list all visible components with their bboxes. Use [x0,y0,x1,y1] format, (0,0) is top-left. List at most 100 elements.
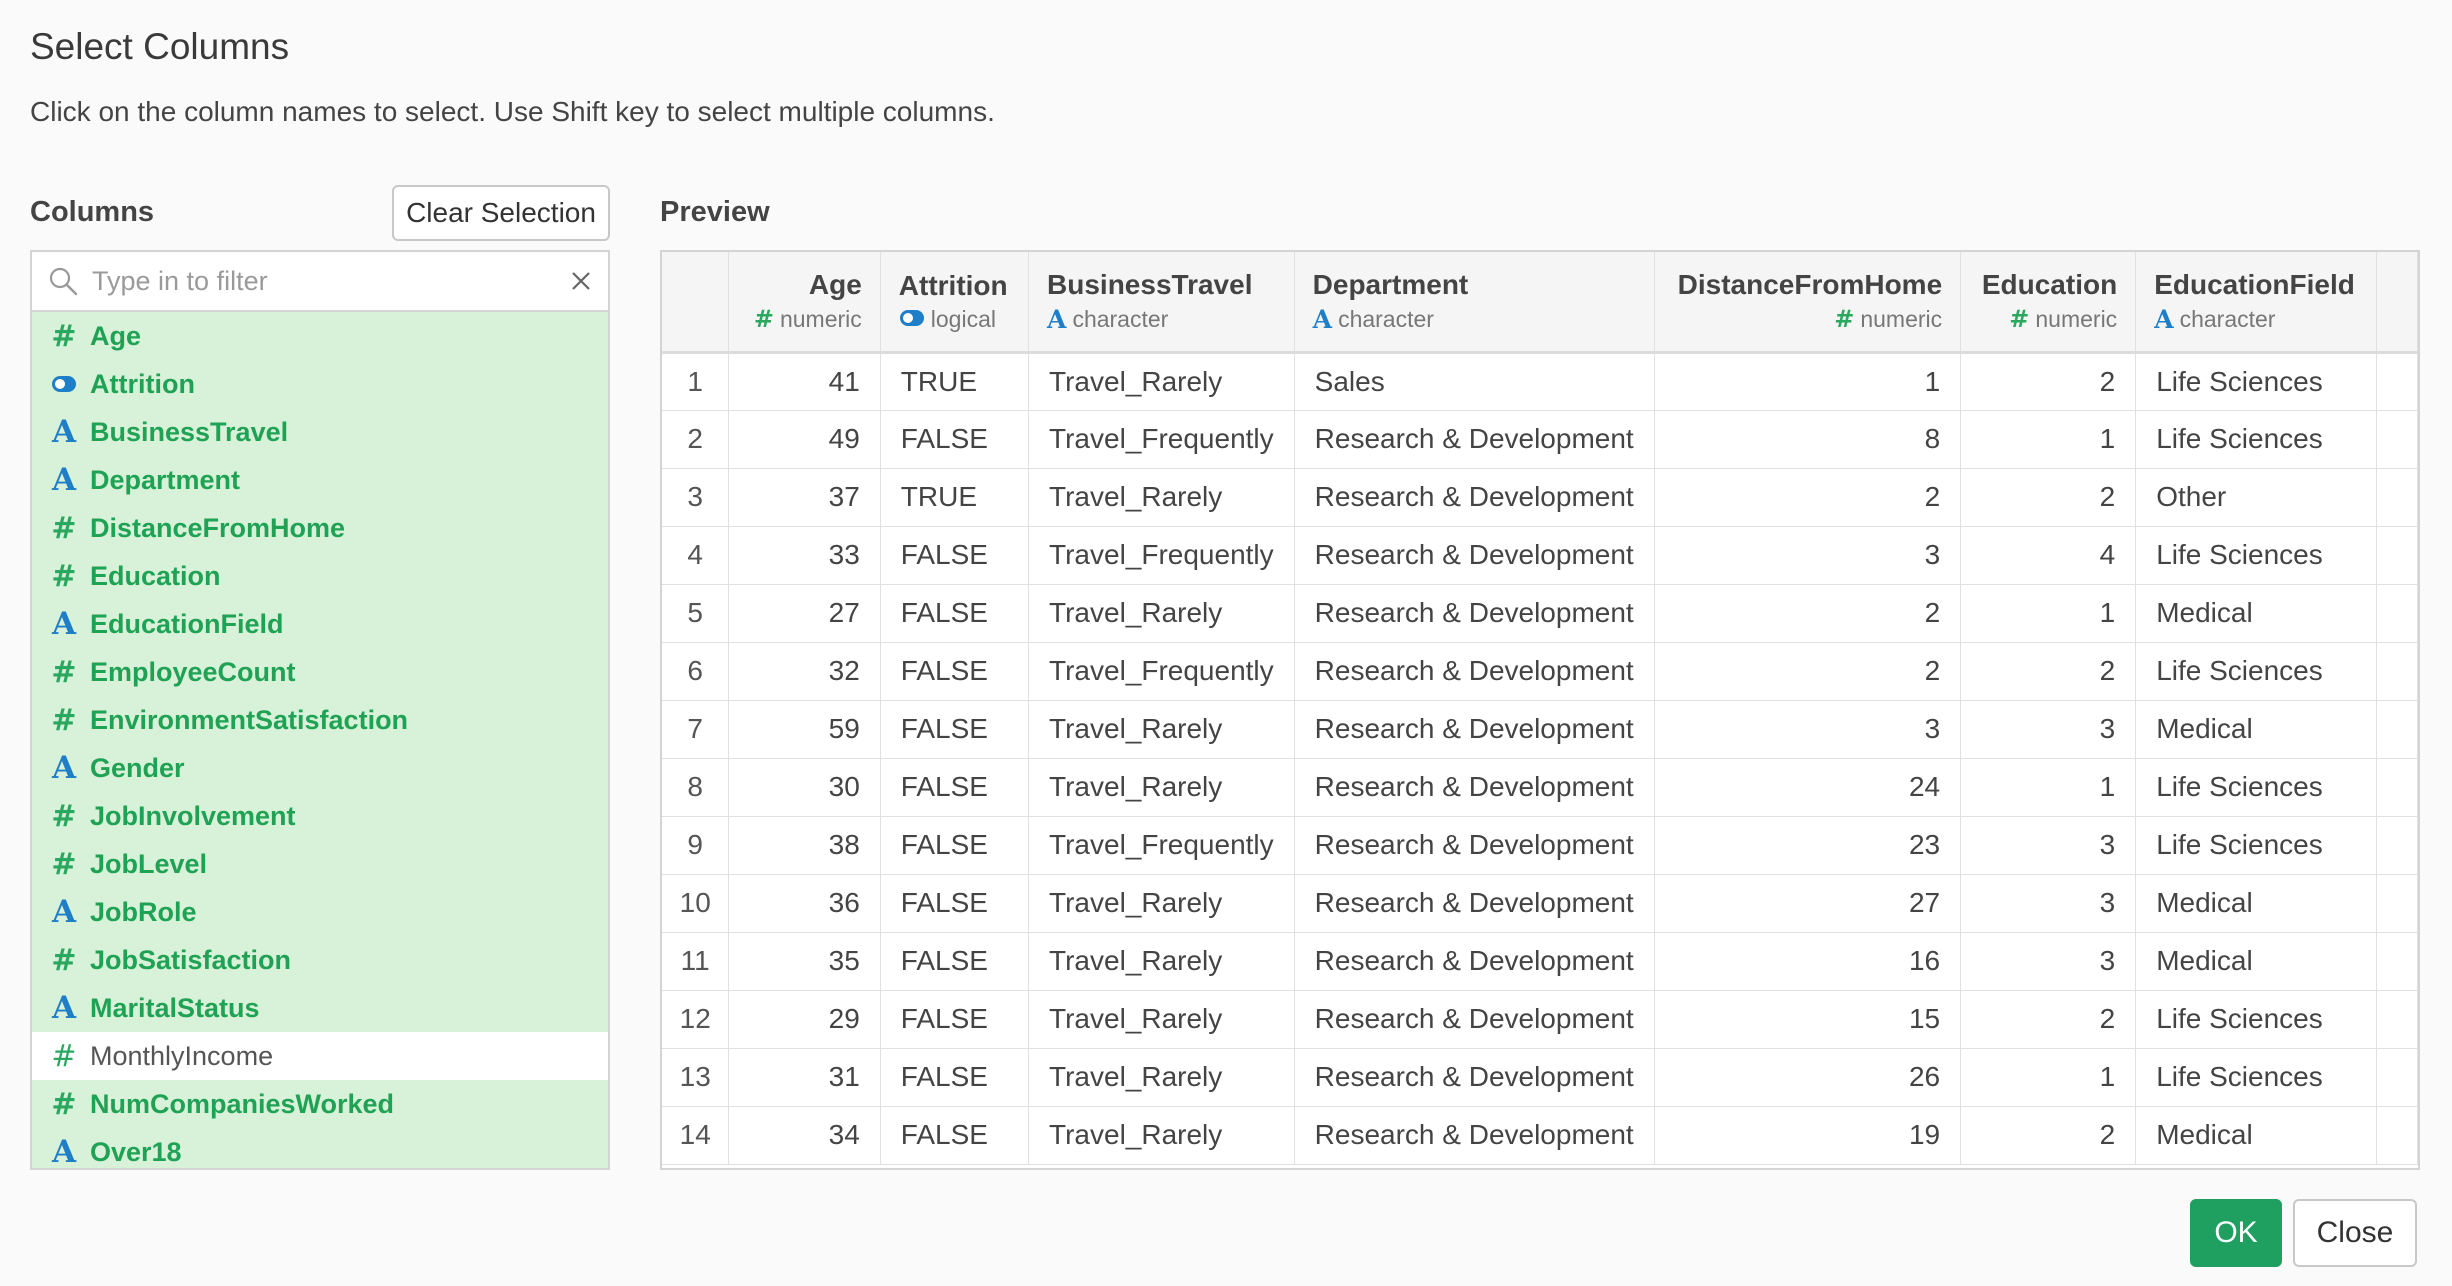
table-cell: Medical [2135,584,2377,643]
column-header-name: Attrition [898,269,1008,301]
column-item-jobsatisfaction[interactable]: # JobSatisfaction [32,936,608,984]
row-number: 8 [662,758,730,817]
row-filler [2376,468,2418,527]
column-header-name: Department [1312,268,1469,300]
close-button[interactable]: Close [2293,1199,2417,1267]
table-cell: 2 [1960,642,2137,701]
search-icon [49,267,78,296]
table-cell: 2 [1654,468,1962,527]
row-number: 4 [662,526,730,585]
row-filler [2376,816,2418,875]
table-cell: Sales [1294,352,1655,411]
column-item-environmentsatisfaction[interactable]: # EnvironmentSatisfaction [32,696,608,744]
table-cell: 33 [728,526,881,585]
table-cell: Life Sciences [2135,642,2377,701]
table-cell: FALSE [880,642,1030,701]
column-item-attrition[interactable]: Attrition [32,360,608,408]
preview-label: Preview [660,196,770,228]
table-cell: TRUE [880,468,1030,527]
logical-toggle-icon [899,306,925,333]
table-cell: 36 [728,874,881,933]
preview-table-panel: Age # numeric Attrition logical BusinessTrave… [660,250,2420,1170]
column-header-distancefromhome[interactable]: DistanceFromHome # numeric [1654,252,1962,354]
table-cell: 23 [1654,816,1962,875]
column-item-age[interactable]: # Age [32,312,608,360]
row-number: 9 [662,816,730,875]
table-cell: Research & Development [1294,932,1655,991]
preview-table: Age # numeric Attrition logical BusinessTrave… [662,252,2418,1165]
column-item-jobrole[interactable]: A JobRole [32,888,608,936]
character-type-icon: A [51,414,77,450]
table-row: 10 36 FALSE Travel_Rarely Research & Develop… [662,874,2418,933]
row-filler [2376,352,2418,411]
row-filler [2376,526,2418,585]
row-filler [2376,932,2418,991]
column-list: # Age Attrition A BusinessTravel A Department #… [32,312,608,1168]
table-cell: Medical [2135,1106,2377,1165]
dialog-subtitle: Click on the column names to select. Use… [30,96,995,127]
table-cell: 41 [728,352,881,411]
column-item-department[interactable]: A Department [32,456,608,504]
table-cell: Travel_Rarely [1028,700,1295,759]
table-cell: Travel_Rarely [1028,352,1295,411]
row-number: 1 [662,352,730,411]
table-cell: Life Sciences [2135,758,2377,817]
filter-input[interactable] [92,265,560,297]
column-header-name: Age [808,269,862,301]
table-cell: 35 [728,932,881,991]
column-item-educationfield[interactable]: A EducationField [32,600,608,648]
table-row: 13 31 FALSE Travel_Rarely Research & Develop… [662,1048,2418,1107]
ok-button[interactable]: OK [2190,1199,2282,1267]
table-cell: FALSE [880,932,1030,991]
column-item-label: EmployeeCount [90,656,296,687]
row-number: 6 [662,642,730,701]
column-item-monthlyincome[interactable]: # MonthlyIncome [32,1032,608,1080]
column-item-businesstravel[interactable]: A BusinessTravel [32,408,608,456]
column-item-over18[interactable]: A Over18 [32,1128,608,1168]
column-header-educationfield[interactable]: EducationField Acharacter [2135,252,2377,354]
numeric-type-icon: # [51,510,77,546]
numeric-type-icon: # [51,846,77,882]
column-item-numcompaniesworked[interactable]: # NumCompaniesWorked [32,1080,608,1128]
row-number: 10 [662,874,730,933]
table-cell: 27 [1654,874,1962,933]
column-type-label: numeric [1860,305,1943,332]
column-item-employeecount[interactable]: # EmployeeCount [32,648,608,696]
column-item-distancefromhome[interactable]: # DistanceFromHome [32,504,608,552]
table-cell: 26 [1654,1048,1962,1107]
table-cell: 4 [1960,526,2137,585]
column-header-education[interactable]: Education # numeric [1960,252,2137,354]
table-cell: Travel_Rarely [1028,990,1295,1049]
table-cell: Travel_Rarely [1028,1106,1295,1165]
table-cell: Research & Development [1294,584,1655,643]
table-cell: FALSE [880,816,1030,875]
column-item-gender[interactable]: A Gender [32,744,608,792]
column-header-name: Education [1981,269,2118,301]
column-item-joblevel[interactable]: # JobLevel [32,840,608,888]
column-item-maritalstatus[interactable]: A MaritalStatus [32,984,608,1032]
clear-selection-button[interactable]: Clear Selection [392,185,610,241]
character-type-icon: A [51,990,77,1026]
column-header-name: DistanceFromHome [1677,269,1943,301]
column-header-attrition[interactable]: Attrition logical [880,252,1030,354]
column-header-businesstravel[interactable]: BusinessTravel Acharacter [1028,252,1295,354]
column-header-type: Acharacter [2154,305,2358,334]
table-cell: 1 [1960,584,2137,643]
column-item-label: JobLevel [90,848,208,879]
table-cell: Travel_Rarely [1028,758,1295,817]
column-header-age[interactable]: Age # numeric [728,252,881,354]
row-number: 13 [662,1048,730,1107]
numeric-type-icon: # [51,654,77,690]
table-cell: 1 [1654,352,1962,411]
numeric-type-icon: # [51,702,77,738]
column-header-department[interactable]: Department Acharacter [1294,252,1655,354]
column-item-education[interactable]: # Education [32,552,608,600]
row-number-header [662,252,730,354]
table-cell: 2 [1960,1106,2137,1165]
clear-filter-icon[interactable] [570,270,592,292]
column-item-jobinvolvement[interactable]: # JobInvolvement [32,792,608,840]
filter-bar [32,252,608,312]
row-filler [2376,642,2418,701]
column-header-name: BusinessTravel [1047,268,1253,300]
table-cell: TRUE [880,352,1030,411]
